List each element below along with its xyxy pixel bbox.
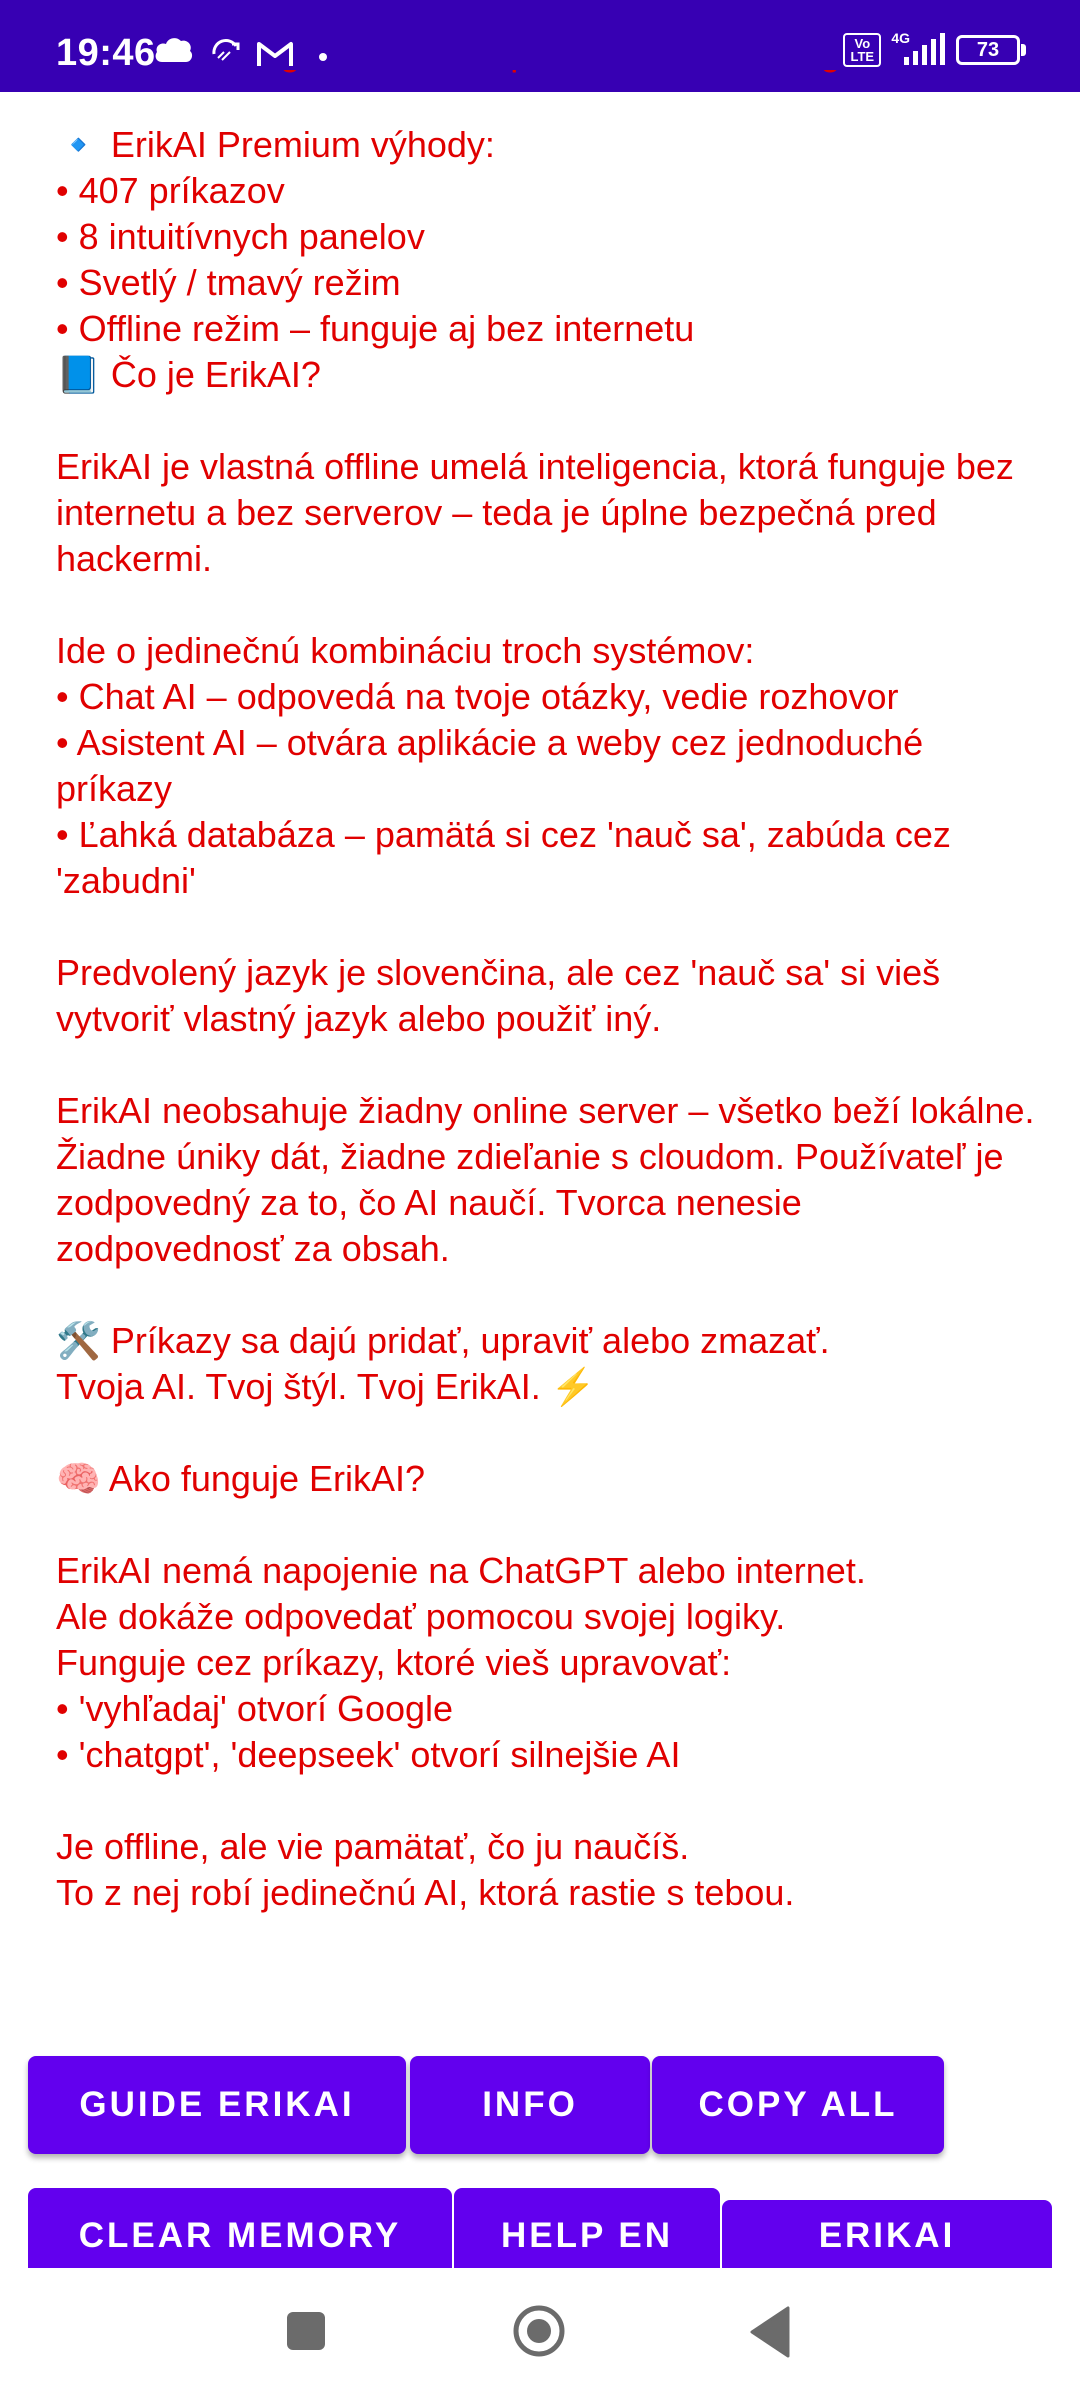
erikai-button[interactable]: ERIKAI bbox=[722, 2200, 1052, 2268]
clock: 19:46 bbox=[56, 32, 156, 74]
back-icon[interactable] bbox=[750, 2306, 790, 2358]
clear-memory-label: CLEAR MEMORY bbox=[78, 2216, 402, 2255]
network-type: 4G bbox=[891, 30, 910, 46]
guide-erikai-label: GUIDE ERIKAI bbox=[79, 2085, 355, 2124]
cloud-icon bbox=[155, 38, 193, 62]
dot-icon bbox=[319, 53, 327, 61]
battery-icon: 73 bbox=[956, 35, 1026, 65]
info-text-scroll[interactable]: Busuu, Duolingo, Notino, CapCut, Shakes … bbox=[56, 70, 1036, 1970]
volte-badge: Vo LTE bbox=[843, 33, 882, 67]
battery-level: 73 bbox=[976, 39, 1000, 61]
sync-icon bbox=[212, 39, 240, 61]
gmail-icon bbox=[257, 42, 293, 66]
info-label: INFO bbox=[482, 2085, 578, 2124]
copy-all-label: COPY ALL bbox=[698, 2085, 898, 2124]
erikai-label: ERIKAI bbox=[818, 2216, 956, 2255]
help-en-button[interactable]: HELP EN bbox=[454, 2188, 720, 2268]
help-en-label: HELP EN bbox=[500, 2216, 674, 2255]
status-icons: Vo LTE 4G 73 bbox=[843, 30, 1026, 70]
copy-all-button[interactable]: COPY ALL bbox=[652, 2056, 944, 2154]
info-text: Busuu, Duolingo, Notino, CapCut, Shakes … bbox=[56, 70, 1035, 1913]
clear-memory-button[interactable]: CLEAR MEMORY bbox=[28, 2188, 452, 2268]
guide-erikai-button[interactable]: GUIDE ERIKAI bbox=[28, 2056, 406, 2154]
home-icon[interactable] bbox=[512, 2304, 566, 2358]
recents-icon[interactable] bbox=[287, 2312, 325, 2350]
info-button[interactable]: INFO bbox=[410, 2056, 650, 2154]
